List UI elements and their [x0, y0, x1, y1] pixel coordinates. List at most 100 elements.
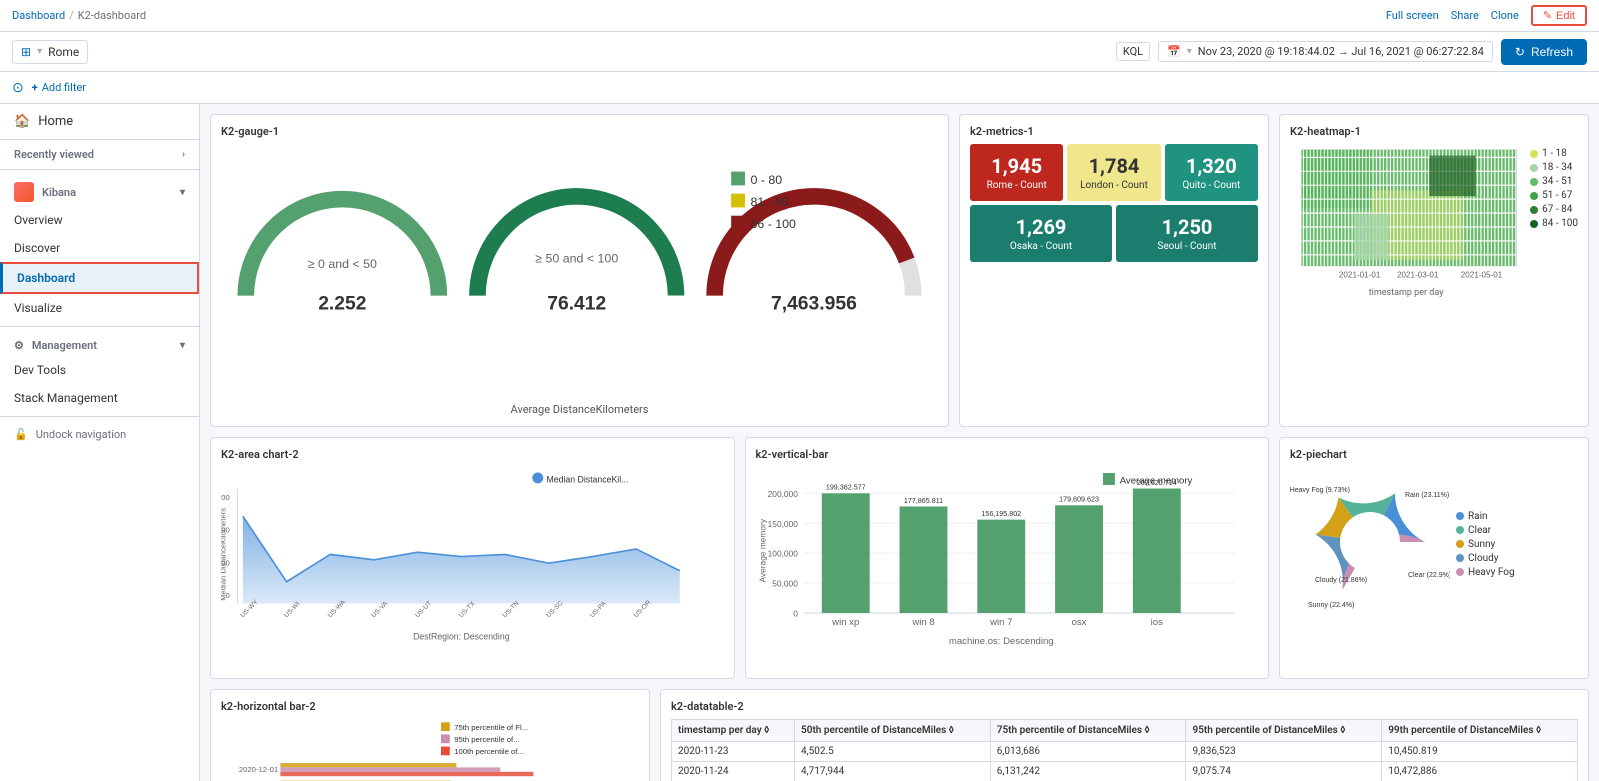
svg-text:200,000: 200,000	[767, 489, 798, 499]
sidebar-undock[interactable]: 🔓 Undock navigation	[0, 421, 199, 448]
sidebar-item-visualize[interactable]: Visualize	[0, 294, 199, 322]
gauge-svg: ≥ 0 and < 50 2.252 ≥ 50 and < 100 76.412	[221, 144, 938, 392]
cell-75: 6,131,242	[990, 761, 1186, 781]
cell-date: 2020-11-24	[672, 761, 795, 781]
kql-badge[interactable]: KQL	[1116, 42, 1150, 61]
metric-london: 1,784 London - Count	[1067, 144, 1160, 201]
management-chevron: ▾	[180, 340, 185, 351]
datatable-header: timestamp per day ◊ 50th percentile of D…	[672, 719, 1578, 741]
metric-rome-value: 1,945	[978, 154, 1055, 178]
cell-date: 2020-11-23	[672, 741, 795, 761]
col-95th[interactable]: 95th percentile of DistanceMiles ◊	[1186, 719, 1382, 741]
date-range-value: Nov 23, 2020 @ 19:18:44.02 → Jul 16, 202…	[1198, 45, 1484, 58]
svg-text:95th percentile of...: 95th percentile of...	[454, 735, 519, 744]
kibana-section[interactable]: Kibana ▾	[0, 174, 199, 206]
plus-icon: +	[32, 81, 38, 94]
svg-text:Median DistanceKilometers: Median DistanceKilometers	[221, 508, 227, 601]
date-range-picker[interactable]: 📅 ▾ Nov 23, 2020 @ 19:18:44.02 → Jul 16,…	[1158, 41, 1493, 62]
breadcrumb-dashboard[interactable]: Dashboard	[12, 9, 65, 22]
recently-viewed-chevron: ›	[182, 149, 185, 160]
refresh-button[interactable]: ↻ Refresh	[1501, 39, 1587, 65]
svg-text:0: 0	[793, 609, 798, 619]
col-timestamp[interactable]: timestamp per day ◊	[672, 719, 795, 741]
col-50th[interactable]: 50th percentile of DistanceMiles ◊	[795, 719, 991, 741]
legend-label-4: 51 - 67	[1542, 190, 1572, 201]
datatable-title: k2-datatable-2	[671, 700, 1578, 713]
legend-dot-1	[1530, 150, 1538, 158]
edit-button[interactable]: ✎ Edit	[1531, 5, 1587, 26]
svg-text:179,609.623: 179,609.623	[1059, 496, 1099, 504]
svg-text:2021-01-01: 2021-01-01	[1339, 270, 1381, 279]
legend-clear: Clear	[1456, 525, 1526, 536]
svg-text:75th percentile of Fl...: 75th percentile of Fl...	[454, 723, 528, 732]
breadcrumb-k2: K2-dashboard	[78, 9, 146, 22]
sidebar-item-devtools[interactable]: Dev Tools	[0, 356, 199, 384]
date-controls: KQL 📅 ▾ Nov 23, 2020 @ 19:18:44.02 → Jul…	[1116, 39, 1587, 65]
legend-cloudy: Cloudy	[1456, 553, 1526, 564]
filter-bar: ⊙ + Add filter	[0, 72, 1599, 104]
vbar-panel: k2-vertical-bar Average memory 200,000 1…	[745, 437, 1270, 678]
pie-svg: Heavy Fog (9.73%) Cloudy (21.86%) Sunny …	[1290, 467, 1450, 617]
cell-75: 6,013,686	[990, 741, 1186, 761]
recently-viewed-section[interactable]: Recently viewed ›	[0, 140, 199, 165]
calendar-chevron: ▾	[1187, 46, 1192, 57]
area-chart-svg: Median DistanceKil... 15,000 10,000 5,00…	[221, 467, 724, 642]
sidebar-item-stackmgmt[interactable]: Stack Management	[0, 384, 199, 412]
area-chart-title: K2-area chart-2	[221, 448, 724, 461]
pie-area: Heavy Fog (9.73%) Cloudy (21.86%) Sunny …	[1290, 467, 1578, 617]
fullscreen-link[interactable]: Full screen	[1386, 9, 1439, 22]
metric-osaka: 1,269 Osaka - Count	[970, 205, 1112, 262]
hbar-panel: k2-horizontal bar-2 75th percentile of F…	[210, 689, 650, 781]
refresh-label: Refresh	[1531, 45, 1573, 59]
legend-dot-3	[1530, 178, 1538, 186]
home-label: Home	[38, 114, 73, 129]
management-label: Management	[32, 339, 97, 352]
col-75th[interactable]: 75th percentile of DistanceMiles ◊	[990, 719, 1186, 741]
datatable: timestamp per day ◊ 50th percentile of D…	[671, 719, 1578, 781]
top-bar-actions: Full screen Share Clone ✎ Edit	[1386, 5, 1587, 26]
svg-text:osx: osx	[1071, 617, 1086, 628]
sidebar-divider-1	[0, 169, 199, 170]
add-filter-button[interactable]: + Add filter	[32, 81, 86, 94]
col-99th[interactable]: 99th percentile of DistanceMiles ◊	[1382, 719, 1578, 741]
clone-link[interactable]: Clone	[1491, 9, 1519, 22]
legend-rain-dot	[1456, 512, 1464, 520]
legend-18-34: 18 - 34	[1530, 162, 1578, 173]
svg-text:100,000: 100,000	[767, 549, 798, 559]
svg-text:Average memory: Average memory	[757, 518, 767, 582]
svg-text:win xp: win xp	[831, 617, 859, 628]
svg-text:207,620.714: 207,620.714	[1136, 479, 1176, 487]
management-section[interactable]: ⚙ Management ▾	[0, 331, 199, 356]
sidebar-item-dashboard[interactable]: Dashboard	[0, 262, 199, 294]
devtools-label: Dev Tools	[14, 363, 66, 377]
legend-clear-label: Clear	[1468, 525, 1491, 536]
metrics-grid-bottom: 1,269 Osaka - Count 1,250 Seoul - Count	[970, 205, 1258, 262]
datatable-scroll[interactable]: timestamp per day ◊ 50th percentile of D…	[671, 719, 1578, 781]
legend-rain-label: Rain	[1468, 511, 1488, 522]
chevron-down-icon: ▾	[37, 46, 42, 57]
row-3: k2-horizontal bar-2 75th percentile of F…	[210, 689, 1589, 781]
sidebar-divider-2	[0, 326, 199, 327]
metric-rome-label: Rome - Count	[978, 180, 1055, 191]
sidebar: 🏠 Home Recently viewed › Kibana ▾ Overvi…	[0, 104, 200, 781]
svg-text:win 7: win 7	[989, 617, 1012, 628]
svg-text:150,000: 150,000	[767, 519, 798, 529]
top-bar: Dashboard / K2-dashboard Full screen Sha…	[0, 0, 1599, 32]
metric-quito-value: 1,320	[1173, 154, 1250, 178]
pie-title: k2-piechart	[1290, 448, 1578, 461]
filter-options-icon: ⊙	[12, 80, 24, 96]
search-box[interactable]: ⊞ ▾ Rome	[12, 40, 88, 64]
svg-text:Rain (23.11%): Rain (23.11%)	[1405, 492, 1449, 499]
svg-text:81 - 85: 81 - 85	[750, 195, 789, 209]
sidebar-item-overview[interactable]: Overview	[0, 206, 199, 234]
svg-text:Cloudy (21.86%): Cloudy (21.86%)	[1315, 577, 1367, 584]
share-link[interactable]: Share	[1451, 9, 1479, 22]
sidebar-home[interactable]: 🏠 Home	[0, 104, 199, 140]
area-chart-panel: K2-area chart-2 Median DistanceKil... 15…	[210, 437, 735, 678]
metric-london-label: London - Count	[1075, 180, 1152, 191]
svg-text:199,362.577: 199,362.577	[825, 484, 865, 492]
lock-icon: 🔓	[14, 428, 28, 441]
svg-text:≥ 50 and < 100: ≥ 50 and < 100	[535, 252, 618, 266]
metric-seoul-value: 1,250	[1124, 215, 1250, 239]
sidebar-item-discover[interactable]: Discover	[0, 234, 199, 262]
